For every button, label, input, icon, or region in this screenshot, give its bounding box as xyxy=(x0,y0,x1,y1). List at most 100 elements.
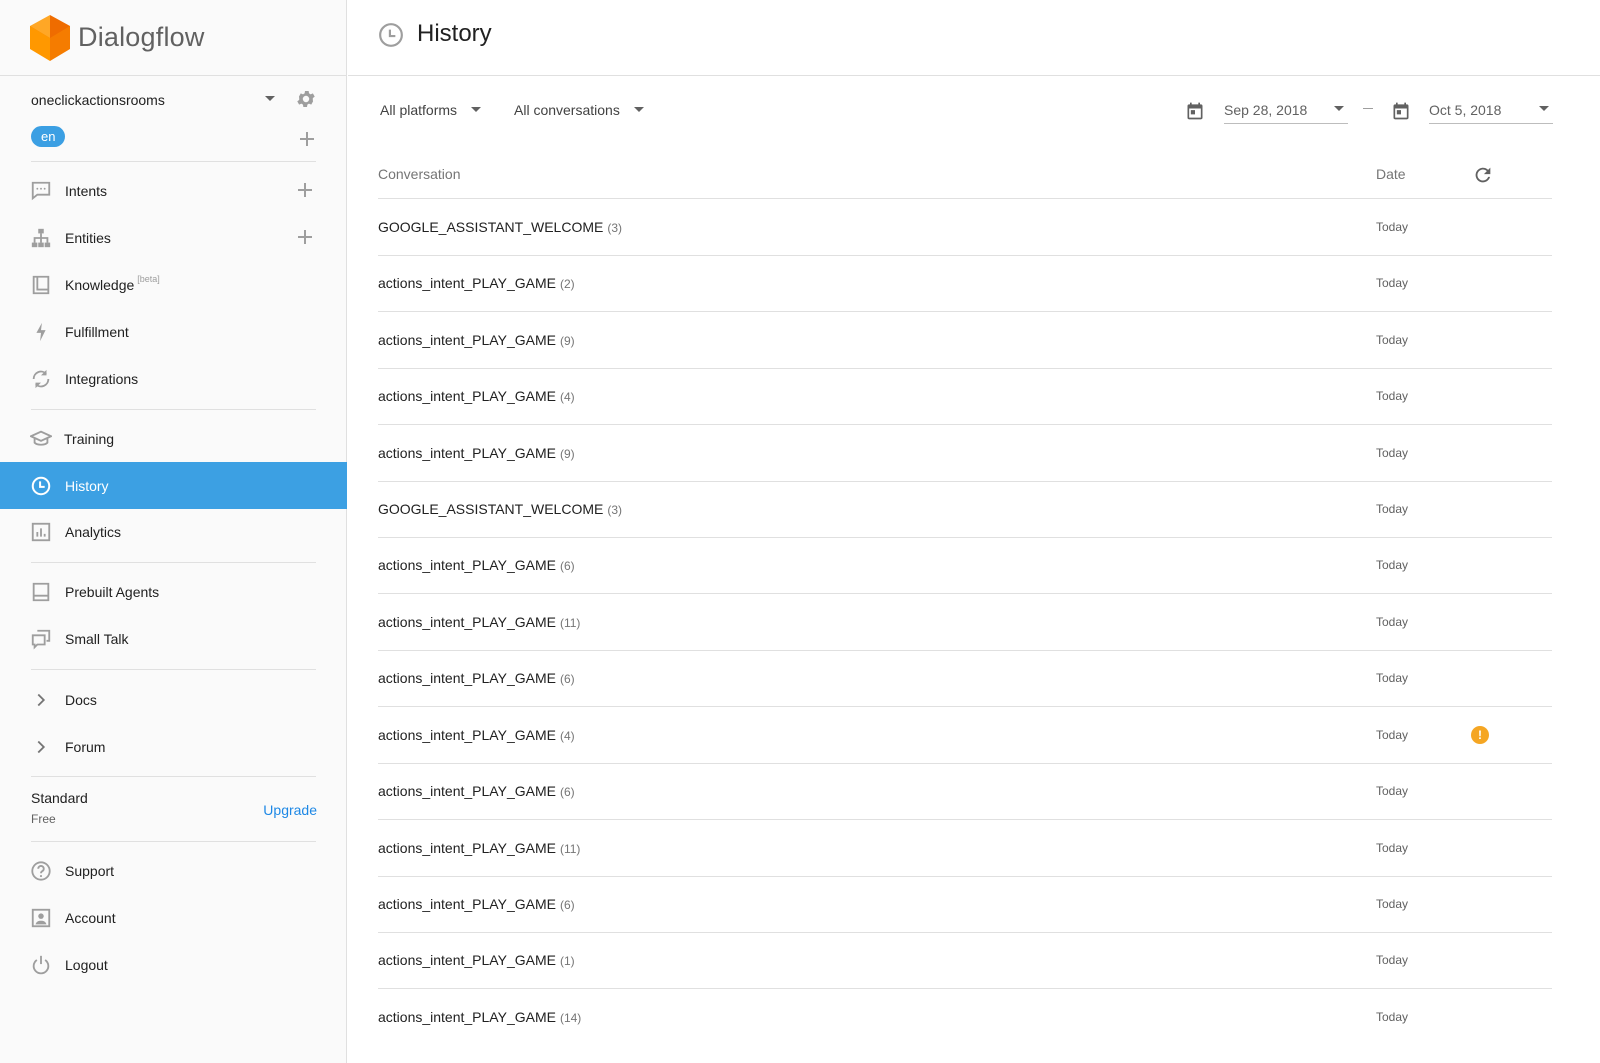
table-row[interactable]: actions_intent_PLAY_GAME (6) Today xyxy=(378,876,1552,933)
sidebar-item-fulfillment[interactable]: Fulfillment xyxy=(0,308,347,355)
sidebar-item-account[interactable]: Account xyxy=(0,894,347,941)
sidebar-item-analytics[interactable]: Analytics xyxy=(0,508,347,555)
conversation-count: (6) xyxy=(559,672,575,686)
sidebar-item-small-talk[interactable]: Small Talk xyxy=(0,615,347,662)
table-row[interactable]: actions_intent_PLAY_GAME (9) Today xyxy=(378,425,1552,482)
sidebar-item-label: Training xyxy=(64,430,115,447)
brand-header[interactable]: Dialogflow xyxy=(0,0,346,76)
table-row[interactable]: actions_intent_PLAY_GAME (1) Today xyxy=(378,932,1552,989)
date-cell: Today xyxy=(1376,841,1409,855)
conversation-cell: GOOGLE_ASSISTANT_WELCOME (3) xyxy=(378,219,622,235)
agent-name: oneclickactionsrooms xyxy=(31,92,165,108)
conversation-count: (11) xyxy=(559,616,581,630)
bar-chart-icon xyxy=(30,521,52,543)
date-range-separator xyxy=(1363,108,1373,109)
sidebar-item-knowledge[interactable]: Knowledge [beta] xyxy=(0,261,347,308)
table-row[interactable]: actions_intent_PLAY_GAME (9) Today xyxy=(378,312,1552,369)
dialogflow-logo-icon xyxy=(30,14,70,61)
calendar-icon[interactable] xyxy=(1185,100,1205,122)
table-row[interactable]: GOOGLE_ASSISTANT_WELCOME (3) Today xyxy=(378,199,1552,256)
sidebar-item-label: Prebuilt Agents xyxy=(65,583,160,600)
sidebar-item-training[interactable]: Training xyxy=(0,415,347,462)
sidebar-item-logout[interactable]: Logout xyxy=(0,941,347,988)
gear-icon[interactable] xyxy=(295,88,317,110)
sidebar-item-forum[interactable]: Forum xyxy=(0,723,347,770)
add-language-icon[interactable] xyxy=(300,132,314,146)
table-row[interactable]: actions_intent_PLAY_GAME (6) Today xyxy=(378,537,1552,594)
conversation-count: (14) xyxy=(559,1011,582,1025)
sidebar-item-entities[interactable]: Entities xyxy=(0,214,347,261)
add-intent-icon[interactable] xyxy=(298,183,312,197)
conversation-name: actions_intent_PLAY_GAME xyxy=(378,896,556,912)
conversation-name: actions_intent_PLAY_GAME xyxy=(378,670,556,686)
conversation-filter-dropdown[interactable]: All conversations xyxy=(514,102,644,118)
conversation-count: (1) xyxy=(559,954,575,968)
sync-icon xyxy=(30,368,52,390)
hierarchy-icon xyxy=(30,227,52,249)
clock-icon xyxy=(30,475,52,497)
conversation-cell: actions_intent_PLAY_GAME (11) xyxy=(378,840,580,856)
end-date-field[interactable]: Oct 5, 2018 xyxy=(1429,88,1553,124)
sidebar-item-prebuilt-agents[interactable]: Prebuilt Agents xyxy=(0,568,347,615)
chevron-down-icon[interactable] xyxy=(265,96,275,101)
conversation-cell: actions_intent_PLAY_GAME (11) xyxy=(378,614,580,630)
conversation-name: actions_intent_PLAY_GAME xyxy=(378,557,556,573)
sidebar-item-docs[interactable]: Docs xyxy=(0,676,347,723)
calendar-icon[interactable] xyxy=(1391,100,1411,122)
conversation-cell: actions_intent_PLAY_GAME (4) xyxy=(378,388,575,404)
date-cell: Today xyxy=(1376,333,1409,347)
sidebar-item-intents[interactable]: Intents xyxy=(0,167,347,214)
table-header: Conversation Date xyxy=(378,150,1552,199)
conversation-name: GOOGLE_ASSISTANT_WELCOME xyxy=(378,501,604,517)
date-cell: Today xyxy=(1376,1010,1409,1024)
conversation-name: actions_intent_PLAY_GAME xyxy=(378,840,556,856)
conversation-cell: actions_intent_PLAY_GAME (4) xyxy=(378,727,575,743)
warning-icon[interactable]: ! xyxy=(1471,726,1489,744)
table-row[interactable]: actions_intent_PLAY_GAME (6) Today xyxy=(378,763,1552,820)
table-row[interactable]: actions_intent_PLAY_GAME (4) Today! xyxy=(378,707,1552,764)
agent-selector[interactable]: oneclickactionsrooms xyxy=(31,88,321,112)
conversation-name: actions_intent_PLAY_GAME xyxy=(378,727,556,743)
table-row[interactable]: actions_intent_PLAY_GAME (6) Today xyxy=(378,650,1552,707)
date-cell: Today xyxy=(1376,953,1409,967)
table-row[interactable]: actions_intent_PLAY_GAME (2) Today xyxy=(378,255,1552,312)
table-row[interactable]: GOOGLE_ASSISTANT_WELCOME (3) Today xyxy=(378,481,1552,538)
sidebar-item-history[interactable]: History xyxy=(0,462,347,509)
conversation-count: (3) xyxy=(607,503,623,517)
conversation-cell: actions_intent_PLAY_GAME (14) xyxy=(378,1009,581,1025)
conversation-name: actions_intent_PLAY_GAME xyxy=(378,445,556,461)
start-date-field[interactable]: Sep 28, 2018 xyxy=(1224,88,1348,124)
sidebar-item-label: Logout xyxy=(65,956,108,973)
table-row[interactable]: actions_intent_PLAY_GAME (4) Today xyxy=(378,368,1552,425)
conversation-name: GOOGLE_ASSISTANT_WELCOME xyxy=(378,219,604,235)
conversation-count: (11) xyxy=(559,842,581,856)
sidebar-item-label: Small Talk xyxy=(65,630,129,647)
divider xyxy=(31,562,316,563)
refresh-icon[interactable] xyxy=(1472,164,1494,186)
table-row[interactable]: actions_intent_PLAY_GAME (14) Today xyxy=(378,989,1552,1046)
conversation-cell: actions_intent_PLAY_GAME (6) xyxy=(378,670,575,686)
conversation-name: actions_intent_PLAY_GAME xyxy=(378,952,556,968)
upgrade-link[interactable]: Upgrade xyxy=(263,802,317,818)
sidebar-item-support[interactable]: Support xyxy=(0,847,347,894)
conversation-cell: actions_intent_PLAY_GAME (6) xyxy=(378,896,575,912)
book-icon xyxy=(30,274,52,296)
graduation-cap-icon xyxy=(30,428,52,450)
table-row[interactable]: actions_intent_PLAY_GAME (11) Today xyxy=(378,594,1552,651)
add-entity-icon[interactable] xyxy=(298,230,312,244)
date-cell: Today xyxy=(1376,276,1409,290)
platform-filter-dropdown[interactable]: All platforms xyxy=(380,102,482,118)
conversation-count: (4) xyxy=(559,390,575,404)
sidebar-item-label: Fulfillment xyxy=(65,323,129,340)
date-cell: Today xyxy=(1376,502,1409,516)
start-date-value: Sep 28, 2018 xyxy=(1224,102,1308,118)
sidebar-item-label: Integrations xyxy=(65,370,139,387)
conversation-count: (3) xyxy=(607,221,623,235)
date-cell: Today xyxy=(1376,389,1409,403)
clock-icon xyxy=(379,23,403,47)
table-row[interactable]: actions_intent_PLAY_GAME (11) Today xyxy=(378,820,1552,877)
power-icon xyxy=(30,954,52,976)
chevron-right-icon xyxy=(30,689,52,711)
language-chip[interactable]: en xyxy=(31,126,66,147)
sidebar-item-integrations[interactable]: Integrations xyxy=(0,355,347,402)
